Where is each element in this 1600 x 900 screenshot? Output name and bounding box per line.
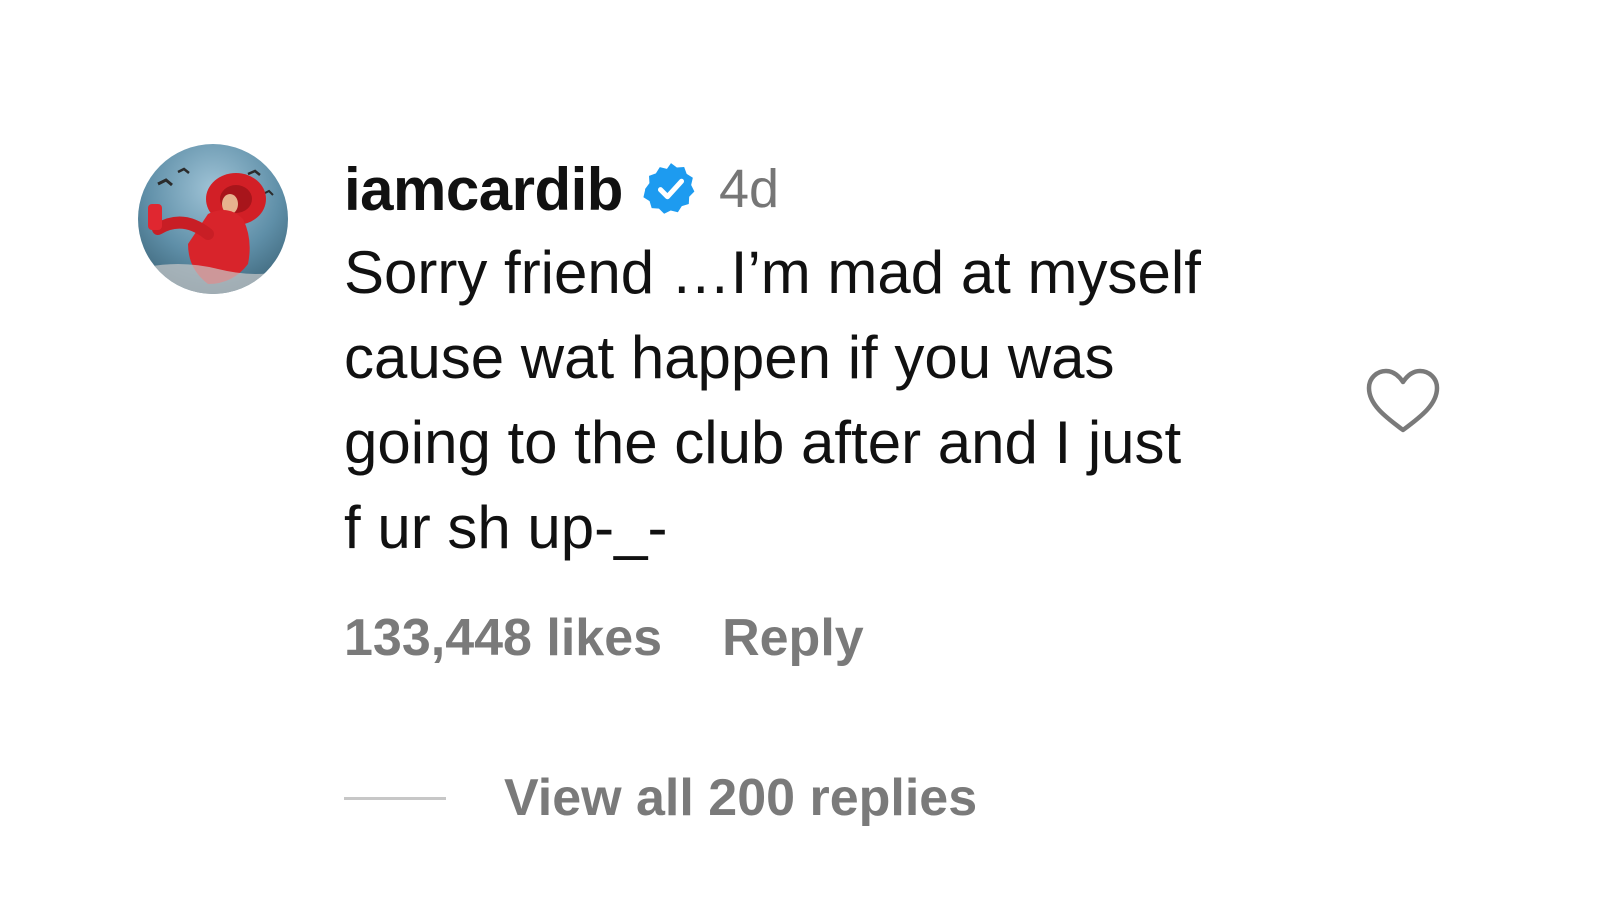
reply-button[interactable]: Reply [722, 608, 864, 668]
like-count[interactable]: 133,448 likes [344, 608, 662, 668]
comment-text: Sorry friend …I’m mad at myself cause wa… [344, 239, 1201, 561]
username-link[interactable]: iamcardib [344, 155, 623, 224]
verified-badge-icon [643, 161, 699, 217]
comment-body: iamcardib 4d Sorry friend …I’m mad at my… [344, 150, 1334, 570]
comment-header: iamcardib 4d [344, 150, 1334, 228]
replies-divider [344, 796, 446, 800]
view-replies-button[interactable]: View all 200 replies [504, 768, 977, 828]
heart-outline-icon[interactable] [1364, 366, 1442, 436]
comment: iamcardib 4d Sorry friend …I’m mad at my… [0, 0, 1600, 900]
avatar[interactable] [138, 144, 288, 294]
comment-actions: 133,448 likes Reply [344, 608, 864, 668]
avatar-image [138, 144, 288, 294]
timestamp: 4d [718, 159, 780, 219]
view-replies-row: View all 200 replies [344, 768, 977, 828]
